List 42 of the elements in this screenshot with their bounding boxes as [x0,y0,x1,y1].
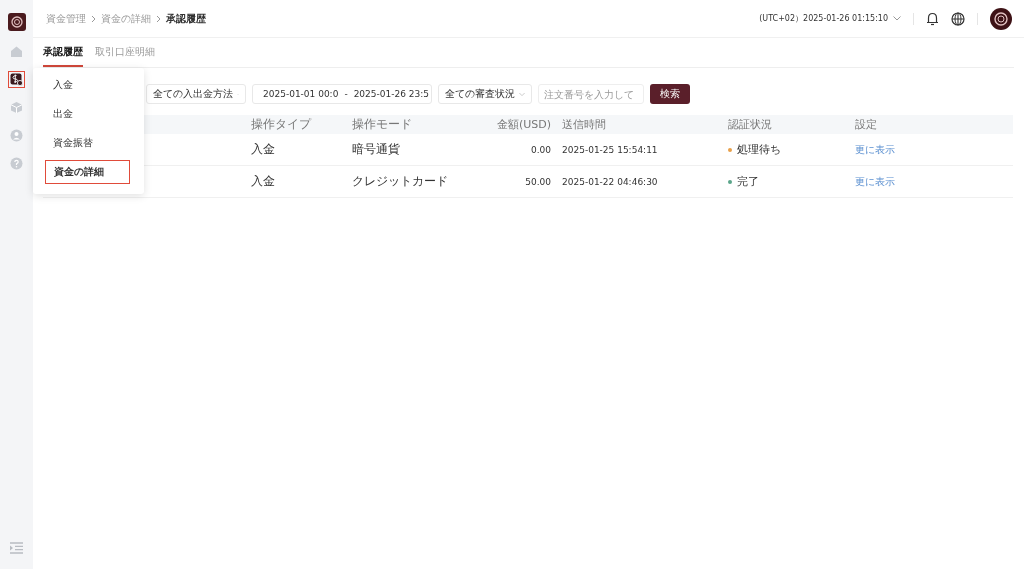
menu-item[interactable]: 入金 [45,73,130,97]
breadcrumb-item: 承認履歴 [166,11,206,26]
column-header: 操作タイプ [251,116,313,133]
collapse-icon[interactable] [10,542,23,554]
table-cell-text: 2025-01-22 04:46:30 [561,176,659,187]
cube-icon [10,101,23,114]
menu-item[interactable]: 資金振替 [45,131,130,155]
status-text: 処理待ち [737,142,781,157]
column-header: 認証状況 [728,117,773,132]
globe-icon[interactable] [951,11,965,26]
method-select[interactable]: 全ての入出金方法 [146,84,246,104]
search-button[interactable]: 検索 [650,84,690,104]
status-select[interactable]: 全ての審査状況 [438,84,532,104]
table-cell-text: 暗号通貨 [352,141,401,158]
chevron-icon [91,14,96,23]
status-text: 完了 [737,174,759,189]
bell-icon[interactable] [926,11,939,26]
column-header: 設定 [855,117,878,132]
menu-item[interactable]: 出金 [45,102,130,126]
table-cell-text: クレジットカード [352,173,449,190]
table-cell-text: 入金 [251,141,276,158]
timezone-dropdown[interactable]: (UTC+02）2025-01-26 01:15:10 [759,13,901,24]
column-header: 操作モード [352,116,413,133]
caret-icon [893,16,901,21]
order-number-field[interactable]: 注文番号を入力して [538,84,644,104]
table-cell-text: 入金 [251,173,276,190]
chevron-icon [156,14,161,23]
column-header: 送信時間 [561,117,607,132]
home-icon [10,45,23,58]
more-link[interactable]: 更に表示 [855,143,895,155]
table-cell-text: 0.00 [529,144,551,155]
table-cell-text: 2025-01-25 15:54:11 [561,144,659,155]
caret-icon [519,91,525,97]
table-cell-text: 50.00 [524,176,551,187]
help-icon [10,157,23,170]
more-link[interactable]: 更に表示 [855,175,895,187]
user-icon [10,129,23,142]
column-header: 金額(USD) [495,117,551,132]
avatar-icon[interactable] [990,7,1012,30]
menu-item[interactable]: 資金の詳細 [45,160,130,184]
logo-icon [7,13,26,31]
date-range-field[interactable]: 2025-01-01 00:0 - 2025-01-26 23:5 [252,84,432,104]
